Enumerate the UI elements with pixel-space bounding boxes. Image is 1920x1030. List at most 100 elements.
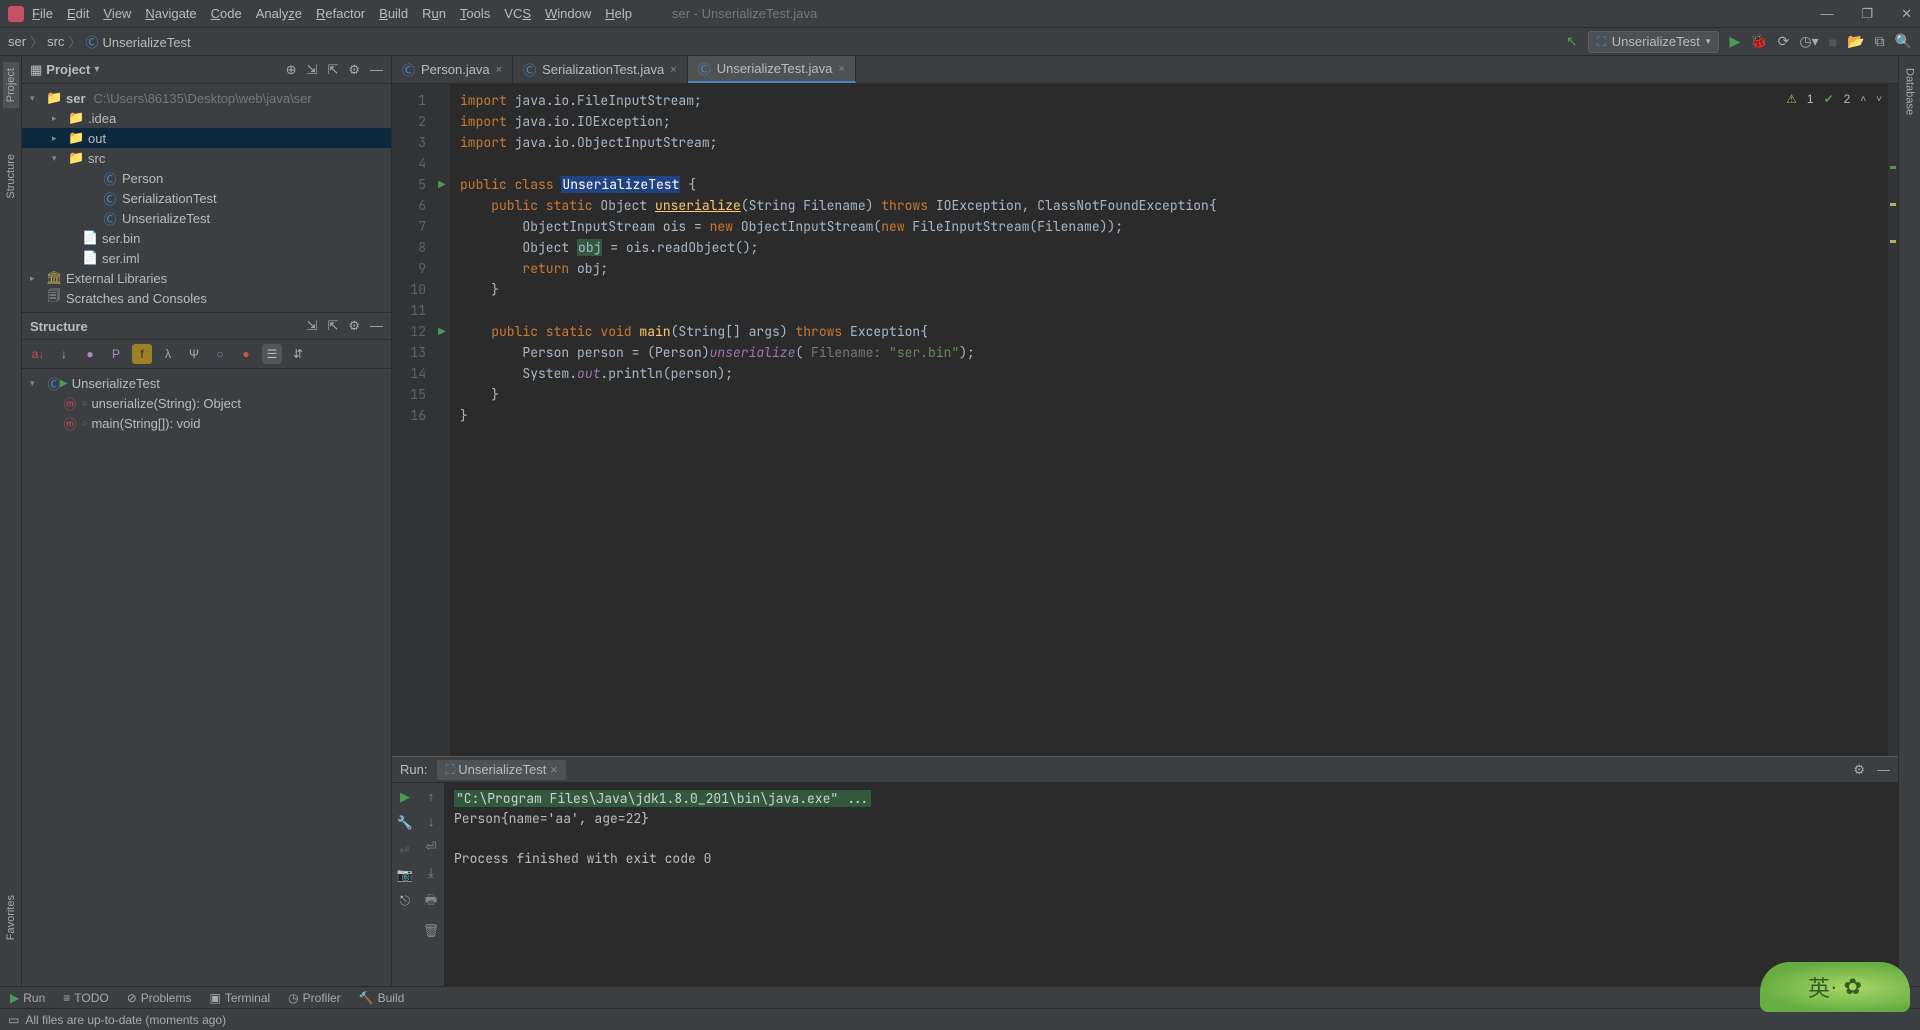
sort-alpha-icon[interactable]: a↓ [28, 344, 48, 364]
build-icon[interactable]: ↖ [1566, 33, 1578, 50]
breadcrumb-src[interactable]: src [47, 34, 64, 49]
collapse-all-icon[interactable]: ⇱ [327, 62, 338, 78]
profile-icon[interactable]: ◷▾ [1799, 33, 1818, 50]
tab-person[interactable]: ⒸPerson.java× [392, 56, 513, 83]
menu-help[interactable]: Help [605, 6, 632, 21]
menu-build[interactable]: Build [379, 6, 408, 21]
status-icon[interactable]: ▭ [8, 1013, 19, 1027]
tree-serbin[interactable]: 📄ser.bin [22, 228, 391, 248]
menu-file[interactable]: File [32, 6, 53, 21]
search-everywhere-icon[interactable]: ⧉ [1875, 33, 1885, 50]
console-output[interactable]: "C:\Program Files\Java\jdk1.8.0_201\bin\… [444, 783, 1898, 986]
hide-panel-icon[interactable]: — [370, 62, 383, 78]
structure-hide-icon[interactable]: — [370, 318, 383, 334]
bottom-tab-problems[interactable]: ⊘Problems [127, 991, 192, 1005]
menu-run[interactable]: Run [422, 6, 446, 21]
group-methods-icon[interactable]: ☰ [262, 344, 282, 364]
find-icon[interactable]: 🔍 [1895, 33, 1912, 50]
minimize-icon[interactable]: — [1820, 6, 1833, 22]
bottom-tab-build[interactable]: 🔨Build [359, 991, 405, 1005]
show-anon-icon[interactable]: Ψ [184, 344, 204, 364]
run-icon[interactable]: ▶ [1729, 33, 1740, 50]
show-properties-icon[interactable]: P [106, 344, 126, 364]
tab-unserialize[interactable]: ⒸUnserializeTest.java× [688, 56, 856, 83]
structure-settings-icon[interactable]: ⚙ [348, 318, 360, 334]
run-config-tab[interactable]: ⛶ UnserializeTest × [437, 760, 565, 780]
menu-refactor[interactable]: Refactor [316, 6, 365, 21]
coverage-icon[interactable]: ⟳ [1778, 33, 1790, 50]
tree-class-serialization[interactable]: ⒸSerializationTest [22, 188, 391, 208]
menu-edit[interactable]: Edit [67, 6, 89, 21]
code-editor[interactable]: import java.io.FileInputStream; import j… [450, 84, 1888, 756]
soft-wrap-icon[interactable]: ⏎ [426, 839, 437, 855]
stop-run-icon[interactable]: ⏯ [400, 841, 410, 857]
inspection-widget[interactable]: ⚠1 ✔2 ˄ ˅ [1780, 90, 1888, 108]
close-window-icon[interactable]: ✕ [1901, 6, 1912, 22]
clear-icon[interactable]: 🗑 [423, 923, 440, 939]
structure-collapse-icon[interactable]: ⇱ [327, 318, 338, 334]
close-icon[interactable]: × [838, 63, 844, 75]
maximize-icon[interactable]: ❐ [1861, 6, 1873, 22]
run-config-selector[interactable]: ⛶ UnserializeTest ▾ [1588, 31, 1720, 53]
locate-icon[interactable]: ⊕ [286, 62, 297, 78]
breadcrumb-ser[interactable]: ser [8, 34, 26, 49]
print-icon[interactable]: 🖶 [425, 891, 437, 913]
chevron-down-icon[interactable]: ˅ [1876, 94, 1882, 105]
tree-class-person[interactable]: ⒸPerson [22, 168, 391, 188]
editor-body[interactable]: 12345678910111213141516 ▶▶ import java.i… [392, 84, 1898, 756]
menu-analyze[interactable]: Analyze [256, 6, 302, 21]
update-project-icon[interactable]: 📂 [1847, 33, 1864, 50]
tree-seriml[interactable]: 📄ser.iml [22, 248, 391, 268]
show-fields-icon[interactable]: f [132, 344, 152, 364]
menu-window[interactable]: Window [545, 6, 591, 21]
menu-code[interactable]: Code [211, 6, 242, 21]
menu-view[interactable]: View [103, 6, 131, 21]
tree-scratch[interactable]: 🗐Scratches and Consoles [22, 288, 391, 308]
menu-vcs[interactable]: VCS [504, 6, 531, 21]
scroll-from-icon[interactable]: ⇵ [288, 344, 308, 364]
settings-icon[interactable]: ⚙ [348, 62, 360, 78]
sort-visibility-icon[interactable]: ↓ [54, 344, 74, 364]
stop-icon[interactable]: ■ [1829, 34, 1837, 50]
tree-out[interactable]: ▸📁out [22, 128, 391, 148]
show-inherited-icon[interactable]: ● [80, 344, 100, 364]
close-icon[interactable]: × [496, 64, 502, 76]
tool-tab-project[interactable]: Project [3, 62, 19, 108]
debug-icon[interactable]: 🐞 [1750, 33, 1767, 50]
bottom-tab-run[interactable]: ▶Run [10, 991, 45, 1005]
ime-indicator[interactable]: 英 · ✿ [1760, 962, 1910, 1012]
menu-tools[interactable]: Tools [460, 6, 490, 21]
structure-method-unserialize[interactable]: ⓜ○unserialize(String): Object [22, 393, 391, 413]
run-hide-icon[interactable]: — [1877, 762, 1890, 778]
expand-all-icon[interactable]: ⇲ [307, 62, 318, 78]
autoscroll-icon[interactable]: ● [236, 344, 256, 364]
tree-root[interactable]: ▾📁 ser C:\Users\86135\Desktop\web\java\s… [22, 88, 391, 108]
exit-icon[interactable]: ⎋ [400, 893, 410, 909]
structure-expand-icon[interactable]: ⇲ [307, 318, 318, 334]
wrench-icon[interactable]: 🔧 [397, 815, 413, 831]
bottom-tab-todo[interactable]: ≡TODO [63, 991, 108, 1005]
tool-tab-database[interactable]: Database [1902, 62, 1918, 121]
tree-idea[interactable]: ▸📁.idea [22, 108, 391, 128]
chevron-up-icon[interactable]: ˄ [1860, 94, 1866, 105]
up-stack-icon[interactable]: ↑ [428, 789, 435, 804]
scroll-end-icon[interactable]: ⤓ [428, 865, 434, 881]
camera-icon[interactable]: 📷 [397, 867, 413, 883]
structure-method-main[interactable]: ⓜ○main(String[]): void [22, 413, 391, 433]
close-icon[interactable]: × [670, 64, 676, 76]
breadcrumb-class[interactable]: ⒸUnserializeTest [85, 32, 190, 51]
project-panel-title[interactable]: Project [46, 62, 90, 77]
down-stack-icon[interactable]: ↓ [428, 814, 435, 829]
tree-src[interactable]: ▾📁src [22, 148, 391, 168]
show-lambdas-icon[interactable]: λ [158, 344, 178, 364]
bottom-tab-profiler[interactable]: ◷Profiler [288, 991, 341, 1005]
rerun-icon[interactable]: ▶ [400, 789, 410, 805]
tree-class-unserialize[interactable]: ⒸUnserializeTest [22, 208, 391, 228]
tool-tab-favorites[interactable]: Favorites [3, 889, 19, 946]
run-settings-icon[interactable]: ⚙ [1853, 762, 1865, 778]
show-non-public-icon[interactable]: ○ [210, 344, 230, 364]
tab-serialization[interactable]: ⒸSerializationTest.java× [513, 56, 688, 83]
bottom-tab-terminal[interactable]: ▣Terminal [209, 991, 270, 1005]
error-stripe[interactable] [1888, 84, 1898, 756]
structure-class[interactable]: ▾Ⓒ▶UnserializeTest [22, 373, 391, 393]
